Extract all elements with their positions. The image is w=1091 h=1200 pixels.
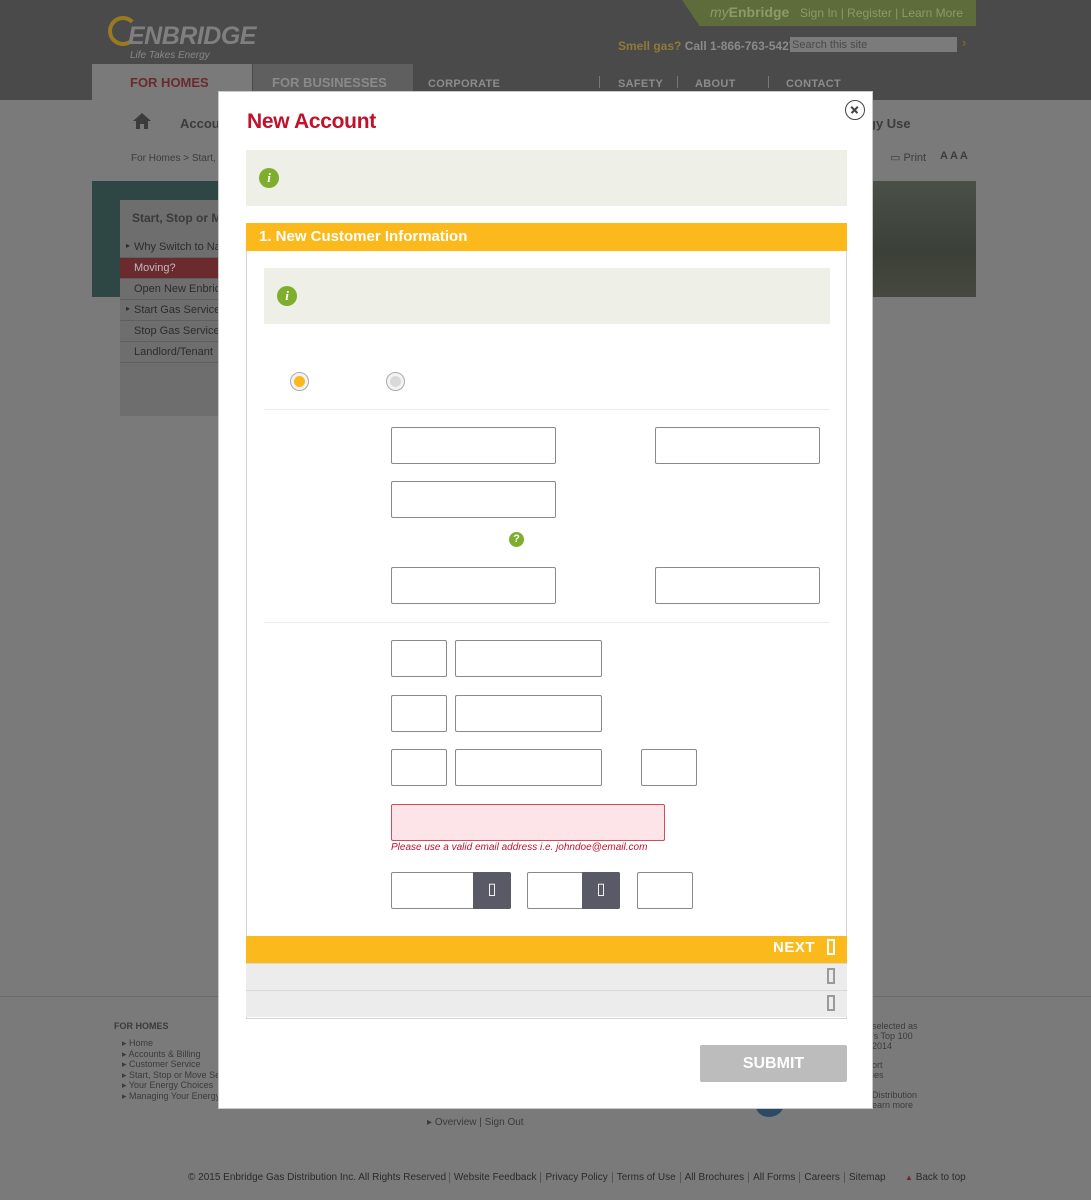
footer-award-text: selected as's Top 100 2014 ort ies Distrib… bbox=[872, 1021, 918, 1110]
sidebar-item-why-switch[interactable]: ▸ Why Switch to Na bbox=[120, 237, 230, 258]
work-phone-area-code-field[interactable] bbox=[391, 749, 447, 786]
new-account-modal: New Account i 1. New Customer Informatio… bbox=[218, 91, 873, 1109]
smell-gas-notice: Smell gas? Call 1-866-763-5427 bbox=[618, 39, 796, 53]
sign-in-link[interactable]: Sign In bbox=[800, 6, 837, 20]
footer-link-forms[interactable]: All Forms bbox=[748, 1172, 800, 1183]
back-to-top-link[interactable]: ▲ Back to top bbox=[905, 1172, 966, 1183]
sidebar-item-moving[interactable]: Moving? bbox=[120, 258, 230, 279]
nav-divider bbox=[599, 76, 600, 88]
learn-more-link[interactable]: Learn More bbox=[902, 6, 963, 20]
copyright-text: © 2015 Enbridge Gas Distribution Inc. Al… bbox=[188, 1172, 447, 1183]
work-phone-number-field[interactable] bbox=[455, 749, 602, 786]
phone-number-field[interactable] bbox=[455, 640, 602, 677]
customer-type-radio-2[interactable] bbox=[386, 372, 405, 391]
last-name-field[interactable] bbox=[655, 427, 820, 464]
nav-safety[interactable]: SAFETY bbox=[618, 78, 663, 90]
sidebar-title: Start, Stop or M bbox=[132, 211, 222, 225]
copyright-bar: © 2015 Enbridge Gas Distribution Inc. Al… bbox=[188, 1172, 890, 1183]
search-input[interactable] bbox=[790, 37, 957, 52]
divider bbox=[264, 409, 830, 410]
next-bar: NEXT bbox=[246, 936, 847, 963]
search-go-icon[interactable]: › bbox=[962, 35, 966, 50]
footer-link[interactable]: ▸ Your Energy Choices bbox=[122, 1080, 213, 1091]
phone-area-code-field[interactable] bbox=[391, 640, 447, 677]
help-icon[interactable]: ? bbox=[509, 532, 524, 547]
language-select-arrow-icon[interactable]: ▯ bbox=[473, 872, 511, 909]
print-icon: ▭ bbox=[890, 152, 901, 164]
next-button[interactable]: NEXT bbox=[773, 939, 835, 956]
footer-title: FOR HOMES bbox=[114, 1021, 169, 1031]
info-icon: i bbox=[259, 168, 279, 188]
sidebar-item-start-service[interactable]: ▸ Start Gas Service bbox=[120, 300, 230, 321]
section-header[interactable]: 1. New Customer Information bbox=[246, 223, 847, 251]
text-size-controls[interactable]: AAA bbox=[940, 150, 970, 162]
myenbridge-brand[interactable]: myEnbridge bbox=[710, 4, 789, 20]
collapsed-section-2[interactable] bbox=[246, 963, 847, 990]
footer-link-careers[interactable]: Careers bbox=[799, 1172, 844, 1183]
sidebar-item-stop-service[interactable]: Stop Gas Service bbox=[120, 321, 230, 342]
footer-link-sitemap[interactable]: Sitemap bbox=[843, 1172, 890, 1183]
customer-type-radio-1[interactable] bbox=[290, 372, 309, 391]
expand-icon bbox=[827, 968, 835, 984]
id-number-field[interactable] bbox=[655, 567, 820, 604]
site-header: ENBRIDGE Life Takes Energy myEnbridge Si… bbox=[0, 0, 1091, 102]
triangle-up-icon: ▲ bbox=[905, 1173, 913, 1182]
collapsed-section-3[interactable] bbox=[246, 990, 847, 1017]
footer-link-feedback[interactable]: Website Feedback bbox=[448, 1172, 541, 1183]
logo-tagline: Life Takes Energy bbox=[130, 50, 210, 61]
email-error-message: Please use a valid email address i.e. jo… bbox=[391, 842, 648, 853]
footer-link-terms[interactable]: Terms of Use bbox=[611, 1172, 680, 1183]
phone-extension-field[interactable] bbox=[641, 749, 697, 786]
first-name-field[interactable] bbox=[391, 427, 556, 464]
info-message: i bbox=[246, 150, 847, 206]
sidebar-item-landlord[interactable]: Landlord/Tenant bbox=[120, 342, 230, 363]
expand-icon bbox=[827, 995, 835, 1011]
subnav-accounts[interactable]: Accou bbox=[180, 116, 220, 131]
footer-link-brochures[interactable]: All Brochures bbox=[679, 1172, 749, 1183]
footer-account-links: ▸ Overview | Sign Out bbox=[427, 1117, 524, 1128]
breadcrumb[interactable]: For Homes > Start, bbox=[131, 153, 216, 164]
submit-button[interactable]: SUBMIT bbox=[700, 1045, 847, 1082]
logo-word: ENBRIDGE bbox=[128, 22, 256, 50]
modal-title: New Account bbox=[247, 110, 376, 133]
alt-phone-number-field[interactable] bbox=[455, 695, 602, 732]
birth-date-field[interactable] bbox=[391, 567, 556, 604]
footer-link[interactable]: ▸ Home bbox=[122, 1038, 153, 1049]
footer-link[interactable]: ▸ Customer Service bbox=[122, 1059, 201, 1070]
subnav-energy-use[interactable]: gy Use bbox=[868, 116, 911, 131]
enbridge-logo[interactable]: ENBRIDGE Life Takes Energy bbox=[106, 14, 276, 64]
overview-link[interactable]: Overview bbox=[435, 1117, 477, 1128]
footer-link-privacy[interactable]: Privacy Policy bbox=[540, 1172, 612, 1183]
divider bbox=[264, 622, 830, 623]
triangle-right-icon: ▸ bbox=[126, 241, 131, 250]
triangle-right-icon: ▸ bbox=[126, 304, 131, 313]
section-info-message: i bbox=[264, 268, 830, 324]
alt-phone-area-code-field[interactable] bbox=[391, 695, 447, 732]
myenbridge-bar: myEnbridge Sign In | Register | Learn Mo… bbox=[682, 0, 976, 26]
info-icon: i bbox=[277, 286, 297, 306]
middle-name-field[interactable] bbox=[391, 481, 556, 518]
sign-out-link[interactable]: Sign Out bbox=[485, 1117, 524, 1128]
call-number: Call 1-866-763-5427 bbox=[684, 39, 796, 53]
register-link[interactable]: Register bbox=[847, 6, 892, 20]
sidebar: Start, Stop or M ▸ Why Switch to Na Movin… bbox=[120, 200, 230, 416]
contact-method-select-arrow-icon[interactable]: ▯ bbox=[582, 872, 620, 909]
footer-link[interactable]: ▸ Managing Your Energy bbox=[122, 1091, 220, 1102]
nav-divider bbox=[768, 76, 769, 88]
close-icon[interactable] bbox=[845, 100, 865, 120]
home-icon[interactable] bbox=[132, 112, 152, 130]
contact-time-field[interactable] bbox=[637, 872, 693, 909]
next-arrow-icon bbox=[827, 939, 835, 955]
nav-divider bbox=[677, 76, 678, 88]
myenbridge-links: Sign In | Register | Learn More bbox=[800, 6, 964, 20]
email-field[interactable] bbox=[391, 804, 665, 841]
sidebar-item-open-new[interactable]: Open New Enbridg bbox=[120, 279, 230, 300]
